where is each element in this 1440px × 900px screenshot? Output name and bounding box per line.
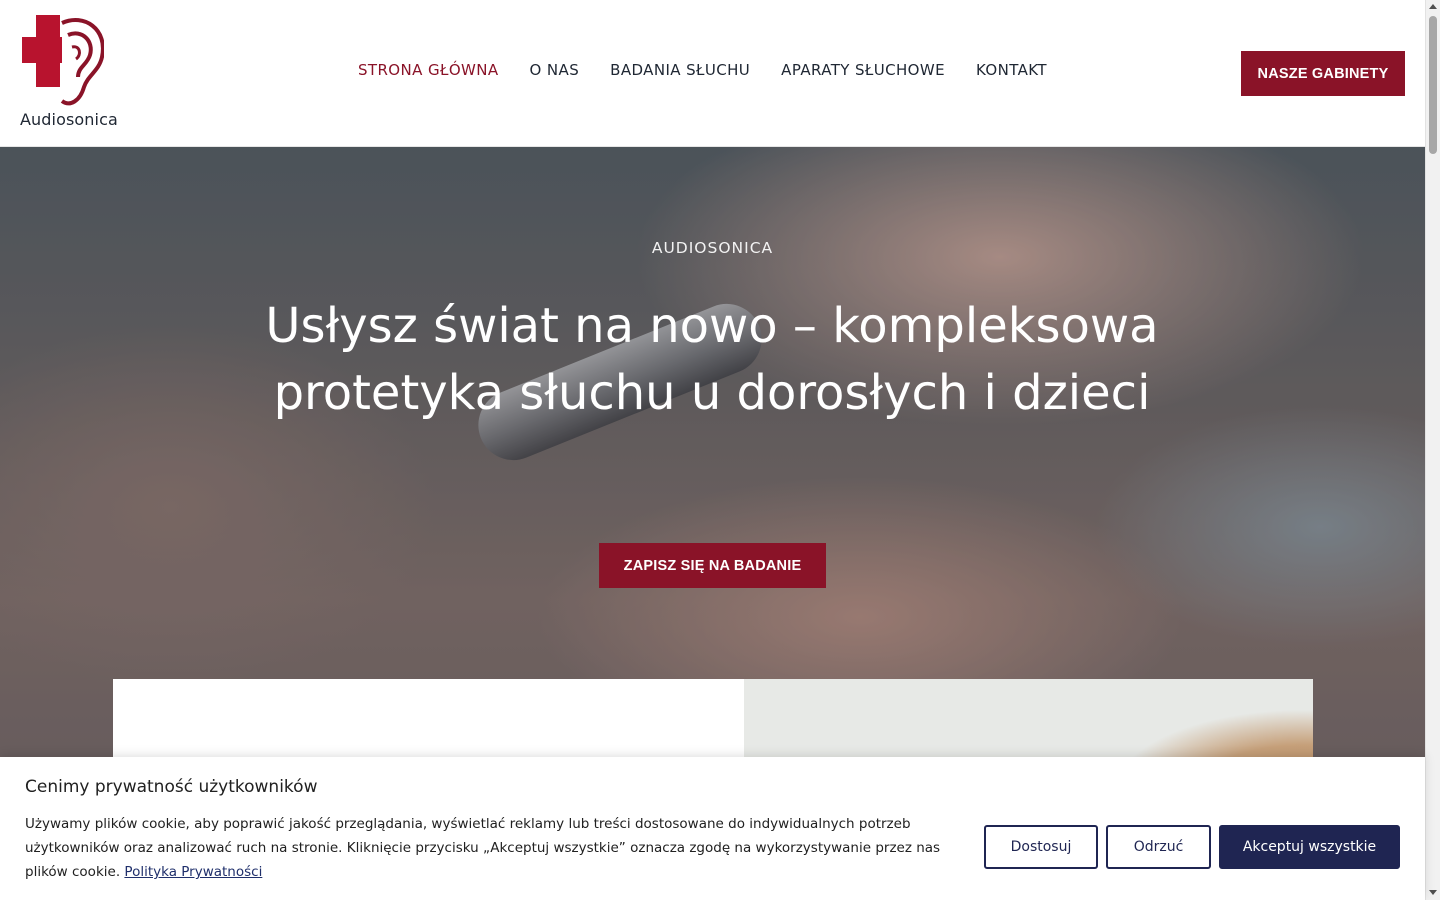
our-offices-button[interactable]: NASZE GABINETY (1241, 51, 1405, 96)
nav-item-hearing-tests[interactable]: BADANIA SŁUCHU (610, 61, 750, 79)
nav-item-about[interactable]: O NAS (530, 61, 580, 79)
scroll-up-arrow-icon[interactable] (1429, 4, 1437, 9)
cookie-banner-text: Używamy plików cookie, aby poprawić jako… (25, 812, 960, 884)
privacy-policy-link[interactable]: Polityka Prywatności (124, 864, 262, 880)
customize-cookies-button[interactable]: Dostosuj (984, 825, 1098, 869)
reject-cookies-button[interactable]: Odrzuć (1106, 825, 1211, 869)
site-header: Audiosonica STRONA GŁÓWNA O NAS BADANIA … (0, 0, 1425, 147)
accept-all-cookies-button[interactable]: Akceptuj wszystkie (1219, 825, 1400, 869)
hero-eyebrow: AUDIOSONICA (651, 239, 774, 257)
logo-text: Audiosonica (20, 110, 118, 129)
nav-item-hearing-aids[interactable]: APARATY SŁUCHOWE (781, 61, 945, 79)
scrollbar-thumb[interactable] (1429, 16, 1437, 154)
hero-title: Usłysz świat na nowo – kompleksowa prote… (265, 298, 1159, 421)
nav-item-home[interactable]: STRONA GŁÓWNA (358, 61, 499, 79)
scroll-down-arrow-icon[interactable] (1429, 890, 1437, 895)
nav-item-contact[interactable]: KONTAKT (976, 61, 1047, 79)
page-scrollbar[interactable] (1425, 0, 1440, 900)
cookie-consent-banner: Cenimy prywatność użytkowników Używamy p… (0, 757, 1425, 900)
book-test-button[interactable]: ZAPISZ SIĘ NA BADANIE (599, 543, 826, 588)
red-cross-ear-logo-icon (22, 15, 104, 106)
site-logo[interactable]: Audiosonica (20, 15, 130, 135)
cookie-banner-title: Cenimy prywatność użytkowników (25, 777, 318, 797)
main-nav: STRONA GŁÓWNA O NAS BADANIA SŁUCHU APARA… (358, 61, 1047, 79)
